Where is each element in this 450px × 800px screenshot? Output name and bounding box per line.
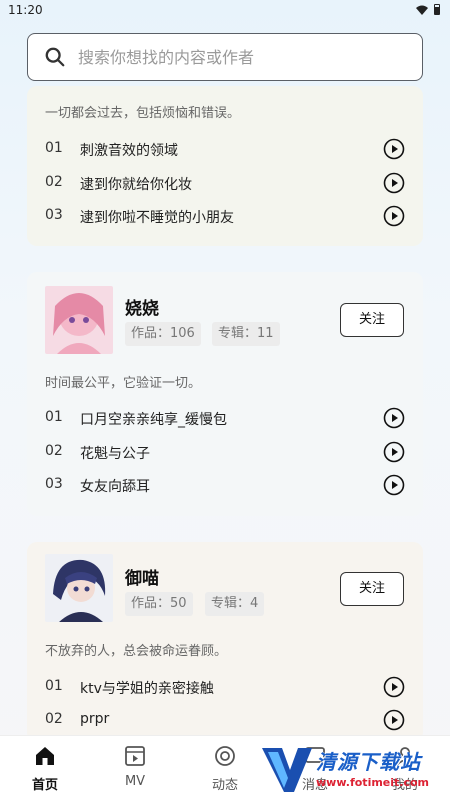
home-icon [36,747,54,765]
nav-dynamic[interactable]: 动态 [195,744,255,793]
track-number: 01 [45,409,63,425]
avatar[interactable] [45,286,113,354]
battery-icon [434,4,440,15]
albums-count: 专辑：4 [205,592,265,616]
play-icon[interactable] [383,205,405,227]
play-icon[interactable] [383,407,405,429]
track-row[interactable]: 02 逮到你就给你化妆 [45,172,405,194]
nav-label: MV [124,774,146,789]
track-row[interactable]: 01 口月空亲亲纯享_缓慢包 [45,407,405,429]
artist-motto: 一切都会过去，包括烦恼和错误。 [45,106,241,121]
track-title: 逮到你就给你化妆 [80,177,192,193]
track-title: ktv与学姐的亲密接触 [80,681,214,697]
track-row[interactable]: 02 prpr [45,709,405,731]
track-row[interactable]: 01 刺激音效的领域 [45,138,405,160]
search-input[interactable] [78,47,398,67]
status-icons [416,4,440,15]
search-icon [45,47,65,67]
play-icon[interactable] [383,474,405,496]
target-icon [215,746,235,766]
artist-card: 娆娆 作品：106 专辑：11 关注 时间最公平，它验证一切。 01 口月空亲亲… [27,272,423,516]
nav-label: 首页 [31,778,58,793]
albums-count: 专辑：11 [212,322,280,346]
status-time: 11:20 [8,3,43,17]
nav-mv[interactable]: MV [105,744,165,789]
watermark-logo: 清源下载站 www.fotimeit.com [258,742,430,798]
status-bar: 11:20 [0,0,450,22]
play-icon[interactable] [383,138,405,160]
track-row[interactable]: 01 ktv与学姐的亲密接触 [45,676,405,698]
artist-card: 一切都会过去，包括烦恼和错误。 01 刺激音效的领域 02 逮到你就给你化妆 0… [27,86,423,246]
track-number: 03 [45,476,63,492]
artist-name: 御喵 [125,569,159,589]
track-title: 口月空亲亲纯享_缓慢包 [80,412,227,428]
track-number: 02 [45,711,63,727]
watermark-text: 清源下载站 [316,750,421,774]
follow-button[interactable]: 关注 [340,572,404,606]
track-title: 花魁与公子 [80,446,150,462]
track-title: 逮到你啦不睡觉的小朋友 [80,210,234,226]
track-number: 01 [45,140,63,156]
play-icon[interactable] [383,441,405,463]
track-number: 03 [45,207,63,223]
search-bar[interactable] [27,33,423,81]
track-number: 01 [45,678,63,694]
works-count: 作品：50 [125,592,193,616]
track-row[interactable]: 03 逮到你啦不睡觉的小朋友 [45,205,405,227]
play-icon[interactable] [383,676,405,698]
wifi-icon [416,5,428,15]
track-number: 02 [45,443,63,459]
works-count: 作品：106 [125,322,201,346]
track-title: 女友向舔耳 [80,479,150,495]
artist-card: 御喵 作品：50 专辑：4 关注 不放弃的人，总会被命运眷顾。 01 ktv与学… [27,542,423,742]
follow-button[interactable]: 关注 [340,303,404,337]
artist-motto: 时间最公平，它验证一切。 [45,376,202,391]
video-icon [125,746,145,766]
play-icon[interactable] [383,172,405,194]
nav-home[interactable]: 首页 [15,744,75,793]
track-title: 刺激音效的领域 [80,143,178,159]
track-row[interactable]: 03 女友向舔耳 [45,474,405,496]
watermark-url: www.fotimeit.com [316,776,430,789]
artist-name: 娆娆 [125,299,159,319]
track-row[interactable]: 02 花魁与公子 [45,441,405,463]
track-title: prpr [80,711,110,727]
avatar[interactable] [45,554,113,622]
track-number: 02 [45,174,63,190]
play-icon[interactable] [383,709,405,731]
artist-motto: 不放弃的人，总会被命运眷顾。 [45,644,228,659]
nav-label: 动态 [211,778,238,793]
